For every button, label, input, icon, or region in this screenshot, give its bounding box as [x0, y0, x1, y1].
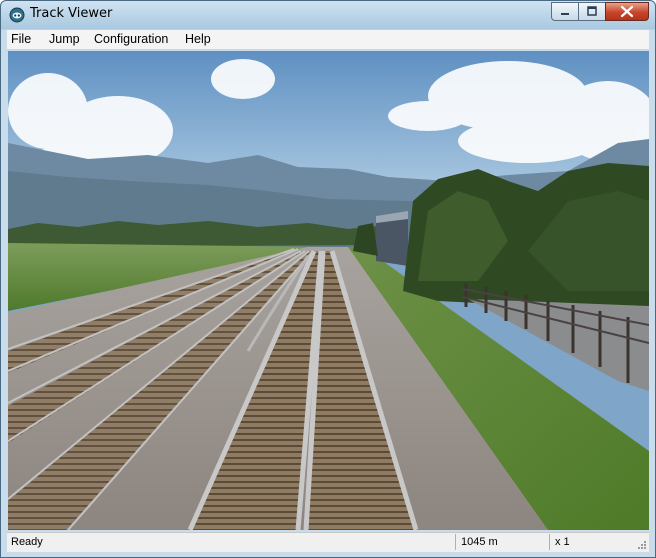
app-icon	[9, 7, 25, 23]
menu-jump[interactable]: Jump	[49, 32, 80, 46]
menu-help[interactable]: Help	[185, 32, 211, 46]
menu-file[interactable]: File	[11, 32, 31, 46]
track-scene	[8, 51, 649, 530]
track-viewer-window: Track Viewer File Jump Configuration Hel…	[0, 0, 656, 558]
window-title: Track Viewer	[30, 6, 113, 21]
track-3d-viewport[interactable]	[8, 51, 649, 530]
menu-bar: File Jump Configuration Help	[7, 30, 649, 50]
resize-grip-icon[interactable]	[637, 540, 647, 550]
distance-readout: 1045 m	[455, 534, 549, 550]
window-controls	[551, 2, 649, 21]
title-bar[interactable]: Track Viewer	[1, 1, 655, 29]
minimize-icon	[561, 13, 569, 15]
status-bar: Ready 1045 m x 1	[7, 532, 649, 552]
close-button[interactable]	[605, 2, 649, 21]
close-icon	[620, 5, 634, 18]
menu-configuration[interactable]: Configuration	[94, 32, 168, 46]
maximize-button[interactable]	[578, 2, 606, 21]
minimize-button[interactable]	[551, 2, 579, 21]
speed-multiplier: x 1	[549, 534, 635, 550]
maximize-icon	[587, 6, 597, 16]
status-text: Ready	[11, 536, 43, 548]
